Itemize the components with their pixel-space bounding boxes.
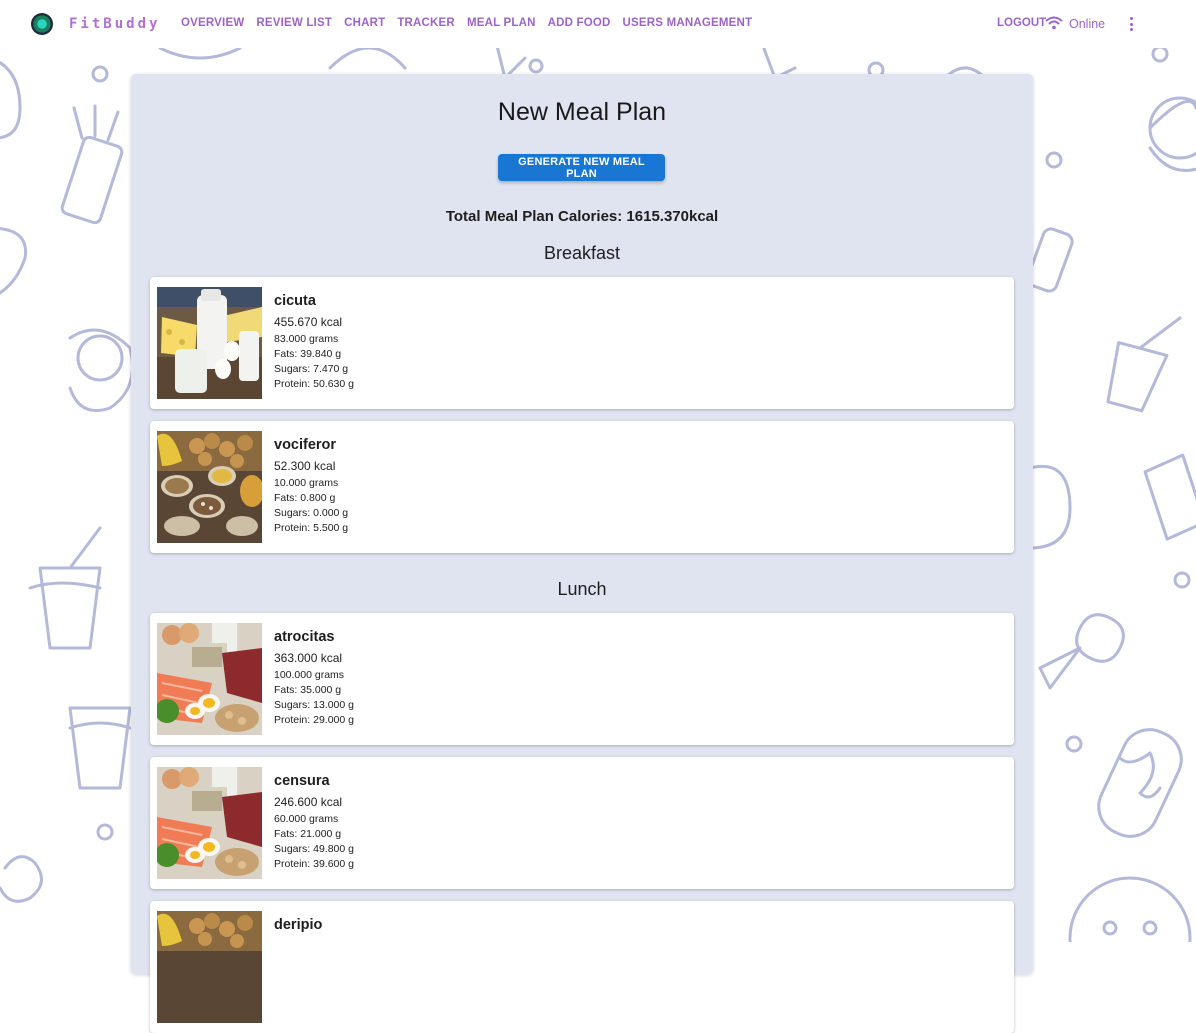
food-card[interactable]: deripio xyxy=(150,901,1014,1033)
food-sugars: Sugars: 49.800 g xyxy=(274,843,354,855)
food-sugars: Sugars: 7.470 g xyxy=(274,363,349,375)
section-title-lunch: Lunch xyxy=(557,579,607,599)
food-sugars: Sugars: 0.000 g xyxy=(274,507,349,519)
food-card[interactable]: vociferor 52.300 kcal 10.000 grams Fats:… xyxy=(150,421,1014,553)
generate-meal-plan-button[interactable]: GENERATE NEW MEAL PLAN xyxy=(498,154,665,181)
section-title-breakfast: Breakfast xyxy=(543,243,621,263)
food-name: cicuta xyxy=(274,293,316,309)
nav-review-list[interactable]: REVIEW LIST xyxy=(256,17,332,29)
logout-button[interactable]: LOGOUT xyxy=(997,17,1046,29)
food-card[interactable]: censura 246.600 kcal 60.000 grams Fats: … xyxy=(150,757,1014,889)
logo-icon[interactable] xyxy=(31,13,53,35)
food-name: vociferor xyxy=(274,437,337,453)
food-image-grains xyxy=(157,431,262,543)
food-grams: 100.000 grams xyxy=(274,669,345,681)
meal-plan-panel: New Meal Plan GENERATE NEW MEAL PLAN Tot… xyxy=(131,74,1033,1033)
food-image-protein xyxy=(157,767,262,879)
brand-name[interactable]: FitBuddy xyxy=(69,16,160,32)
food-grams: 60.000 grams xyxy=(274,813,339,825)
food-image-protein xyxy=(157,623,262,735)
food-protein: Protein: 29.000 g xyxy=(274,714,354,726)
food-grams: 10.000 grams xyxy=(274,477,339,489)
nav-users-management[interactable]: USERS MANAGEMENT xyxy=(623,17,753,29)
food-fats: Fats: 0.800 g xyxy=(274,492,336,504)
food-fats: Fats: 35.000 g xyxy=(274,684,342,696)
food-name: atrocitas xyxy=(274,629,335,645)
nav-chart[interactable]: CHART xyxy=(344,17,385,29)
food-sugars: Sugars: 13.000 g xyxy=(274,699,354,711)
food-card[interactable]: atrocitas 363.000 kcal 100.000 grams Fat… xyxy=(150,613,1014,745)
food-name: deripio xyxy=(274,917,323,933)
food-image-dairy xyxy=(157,287,262,399)
food-fats: Fats: 39.840 g xyxy=(274,348,342,360)
food-calories: 363.000 kcal xyxy=(274,651,343,665)
food-grams: 83.000 grams xyxy=(274,333,339,345)
nav-meal-plan[interactable]: MEAL PLAN xyxy=(467,17,536,29)
food-name: censura xyxy=(274,773,330,789)
page-title: New Meal Plan xyxy=(497,98,667,126)
food-calories: 455.670 kcal xyxy=(274,315,343,329)
nav-tracker[interactable]: TRACKER xyxy=(397,17,455,29)
food-card[interactable]: cicuta 455.670 kcal 83.000 grams Fats: 3… xyxy=(150,277,1014,409)
wifi-icon xyxy=(1045,16,1063,30)
food-protein: Protein: 39.600 g xyxy=(274,858,354,870)
food-calories: 246.600 kcal xyxy=(274,795,343,809)
top-nav-bar: FitBuddy OVERVIEW REVIEW LIST CHART TRAC… xyxy=(0,0,1196,48)
food-protein: Protein: 5.500 g xyxy=(274,522,349,534)
food-calories: 52.300 kcal xyxy=(274,459,336,473)
nav-add-food[interactable]: ADD FOOD xyxy=(548,17,611,29)
nav-overview[interactable]: OVERVIEW xyxy=(181,17,244,29)
main-nav: OVERVIEW REVIEW LIST CHART TRACKER MEAL … xyxy=(181,17,752,29)
connection-status: Online xyxy=(1069,17,1106,31)
food-image-grains xyxy=(157,911,262,1023)
more-vert-icon[interactable] xyxy=(1124,14,1138,34)
food-protein: Protein: 50.630 g xyxy=(274,378,354,390)
total-calories: Total Meal Plan Calories: 1615.370kcal xyxy=(445,208,719,225)
food-fats: Fats: 21.000 g xyxy=(274,828,342,840)
